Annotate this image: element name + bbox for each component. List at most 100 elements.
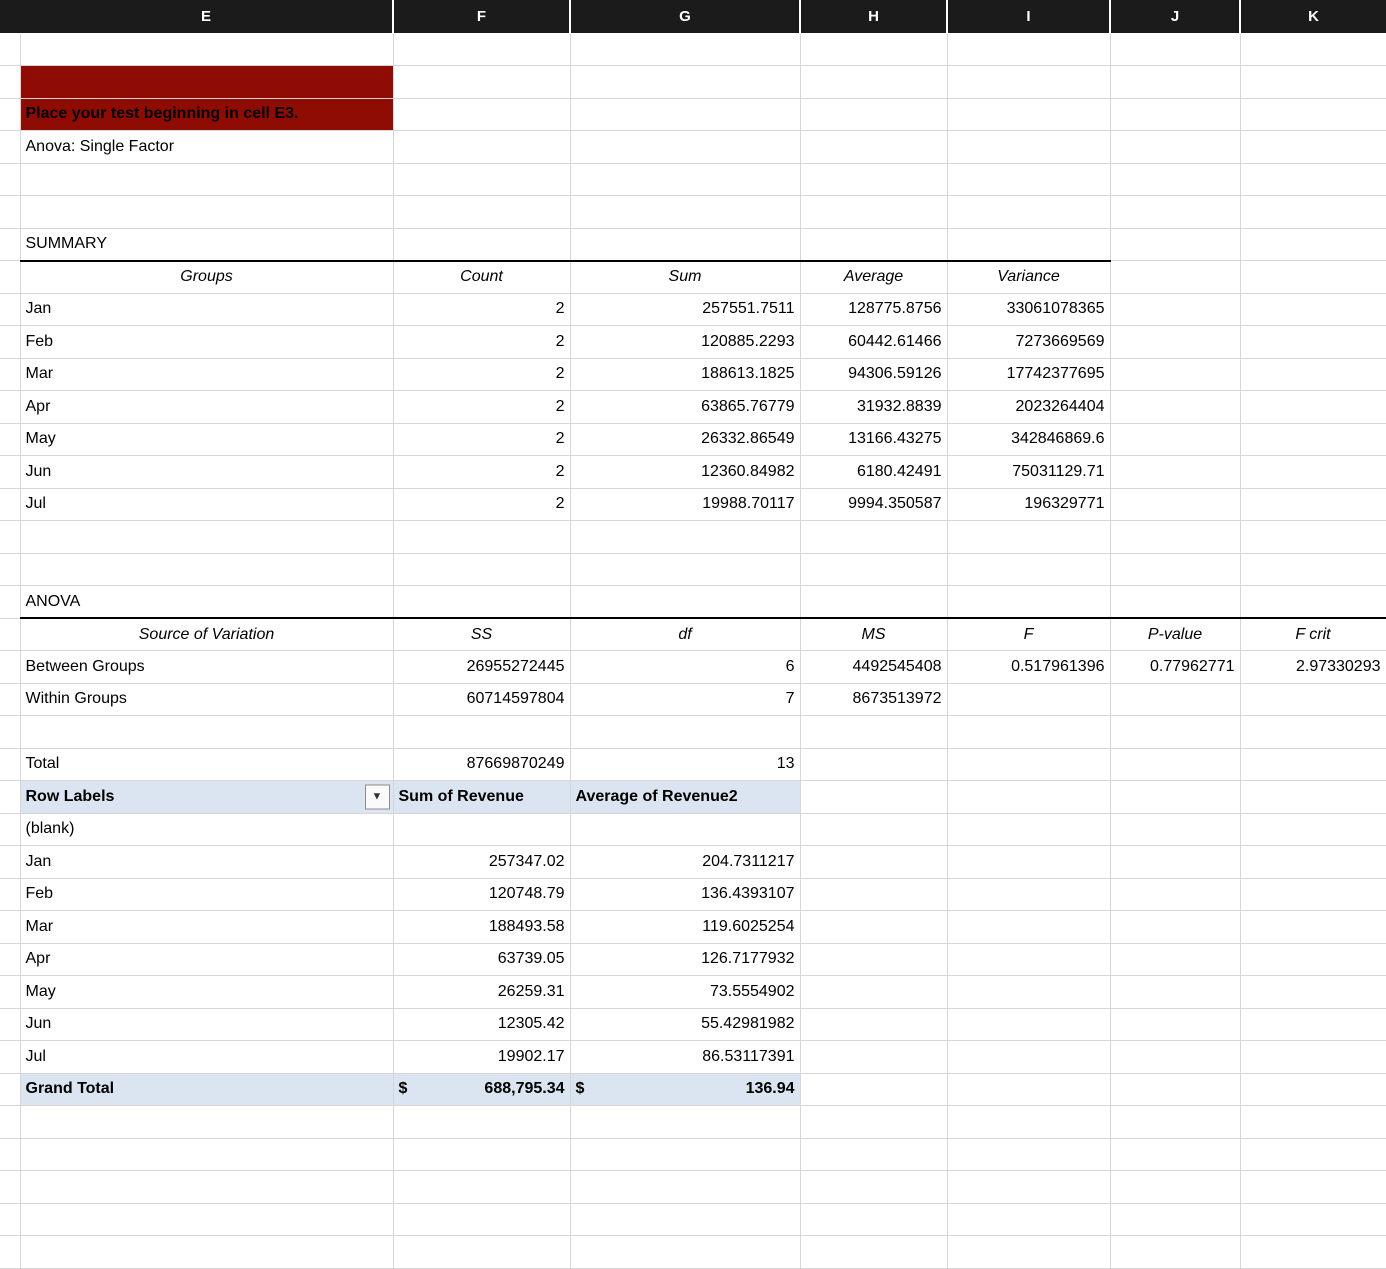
gutter-cell[interactable]: [0, 1105, 21, 1139]
gutter-cell[interactable]: [0, 553, 21, 586]
cell[interactable]: [1110, 748, 1241, 781]
cell[interactable]: [947, 813, 1111, 846]
banner-cell-top[interactable]: [20, 65, 394, 99]
cell[interactable]: [1110, 878, 1241, 911]
group-label-cell[interactable]: Apr: [20, 390, 394, 424]
cell[interactable]: [570, 163, 801, 196]
ms-cell[interactable]: 4492545408: [800, 650, 948, 684]
cell[interactable]: [1110, 715, 1241, 749]
cell[interactable]: [800, 1138, 948, 1171]
cell[interactable]: [570, 1235, 801, 1269]
cell[interactable]: [1110, 1040, 1241, 1074]
gutter-cell[interactable]: [0, 910, 21, 944]
gutter-cell[interactable]: [0, 618, 21, 651]
cell[interactable]: [20, 1170, 394, 1204]
sum-cell[interactable]: 188613.1825: [570, 358, 801, 391]
banner-cell[interactable]: Place your test beginning in cell E3.: [20, 98, 394, 131]
cell[interactable]: [570, 195, 801, 229]
cell[interactable]: [1240, 260, 1386, 294]
cell[interactable]: [1110, 910, 1241, 944]
total-label-cell[interactable]: Total: [20, 748, 394, 781]
cell[interactable]: [1240, 1073, 1386, 1106]
pivot-sum-cell[interactable]: 120748.79: [393, 878, 571, 911]
cell[interactable]: [947, 1203, 1111, 1236]
cell[interactable]: [1240, 1138, 1386, 1171]
pivot-average-of-revenue2-header[interactable]: Average of Revenue2: [570, 780, 801, 814]
cell[interactable]: [1110, 1138, 1241, 1171]
cell[interactable]: [947, 520, 1111, 554]
gutter-cell[interactable]: [0, 130, 21, 164]
grand-total-sum-cell[interactable]: $688,795.34: [393, 1073, 571, 1106]
cell[interactable]: [800, 1008, 948, 1041]
average-cell[interactable]: 9994.350587: [800, 488, 948, 521]
cell[interactable]: [947, 585, 1111, 619]
pivot-label-cell[interactable]: Feb: [20, 878, 394, 911]
pivot-average-cell[interactable]: [570, 813, 801, 846]
cell[interactable]: [800, 1040, 948, 1074]
cell[interactable]: [1240, 195, 1386, 229]
pivot-sum-cell[interactable]: 12305.42: [393, 1008, 571, 1041]
column-header-j[interactable]: J: [1110, 0, 1241, 34]
cell[interactable]: [947, 975, 1111, 1009]
cell[interactable]: [800, 910, 948, 944]
cell[interactable]: [947, 1040, 1111, 1074]
cell[interactable]: [947, 33, 1111, 66]
cell[interactable]: [800, 845, 948, 879]
cell[interactable]: [1240, 358, 1386, 391]
cell[interactable]: [1240, 845, 1386, 879]
cell[interactable]: [1110, 1073, 1241, 1106]
cell[interactable]: [1240, 813, 1386, 846]
cell[interactable]: [1240, 520, 1386, 554]
variance-cell[interactable]: 17742377695: [947, 358, 1111, 391]
cell[interactable]: [1110, 1008, 1241, 1041]
cell[interactable]: [800, 195, 948, 229]
total-df-cell[interactable]: 13: [570, 748, 801, 781]
pivot-average-cell[interactable]: 55.42981982: [570, 1008, 801, 1041]
gutter-cell[interactable]: [0, 228, 21, 261]
count-cell[interactable]: 2: [393, 455, 571, 489]
count-cell[interactable]: 2: [393, 488, 571, 521]
cell[interactable]: [1240, 1040, 1386, 1074]
cell[interactable]: [1240, 585, 1386, 619]
cell[interactable]: [800, 520, 948, 554]
pivot-sum-cell[interactable]: 257347.02: [393, 845, 571, 879]
cell[interactable]: [800, 585, 948, 619]
cell[interactable]: [1110, 195, 1241, 229]
cell[interactable]: [1110, 683, 1241, 716]
pivot-average-cell[interactable]: 204.7311217: [570, 845, 801, 879]
cell[interactable]: [1110, 1105, 1241, 1139]
average-cell[interactable]: 60442.61466: [800, 325, 948, 359]
cell[interactable]: [800, 975, 948, 1009]
cell[interactable]: [1240, 423, 1386, 456]
cell[interactable]: [1240, 33, 1386, 66]
column-header-i[interactable]: I: [947, 0, 1111, 34]
cell[interactable]: [1240, 780, 1386, 814]
cell[interactable]: [20, 1105, 394, 1139]
summary-header-variance[interactable]: Variance: [947, 259, 1111, 294]
cell[interactable]: [570, 228, 801, 261]
sum-cell[interactable]: 12360.84982: [570, 455, 801, 489]
source-cell[interactable]: Within Groups: [20, 683, 394, 716]
anova-single-factor-label[interactable]: Anova: Single Factor: [20, 130, 394, 164]
cell[interactable]: [800, 65, 948, 99]
cell[interactable]: [947, 228, 1111, 261]
cell[interactable]: [570, 98, 801, 131]
cell[interactable]: [800, 780, 948, 814]
cell[interactable]: [1110, 65, 1241, 99]
cell[interactable]: [947, 65, 1111, 99]
cell[interactable]: [947, 553, 1111, 586]
anova-header-ms[interactable]: MS: [800, 617, 948, 651]
cell[interactable]: [800, 163, 948, 196]
cell[interactable]: [1110, 1170, 1241, 1204]
cell[interactable]: [1240, 488, 1386, 521]
cell[interactable]: [1240, 455, 1386, 489]
gutter-cell[interactable]: [0, 1235, 21, 1269]
source-cell[interactable]: Between Groups: [20, 650, 394, 684]
gutter-cell[interactable]: [0, 1008, 21, 1041]
pivot-label-cell[interactable]: Jan: [20, 845, 394, 879]
cell[interactable]: [1110, 943, 1241, 976]
cell[interactable]: [947, 1008, 1111, 1041]
ms-cell[interactable]: 8673513972: [800, 683, 948, 716]
cell[interactable]: [1240, 878, 1386, 911]
cell[interactable]: [20, 1203, 394, 1236]
